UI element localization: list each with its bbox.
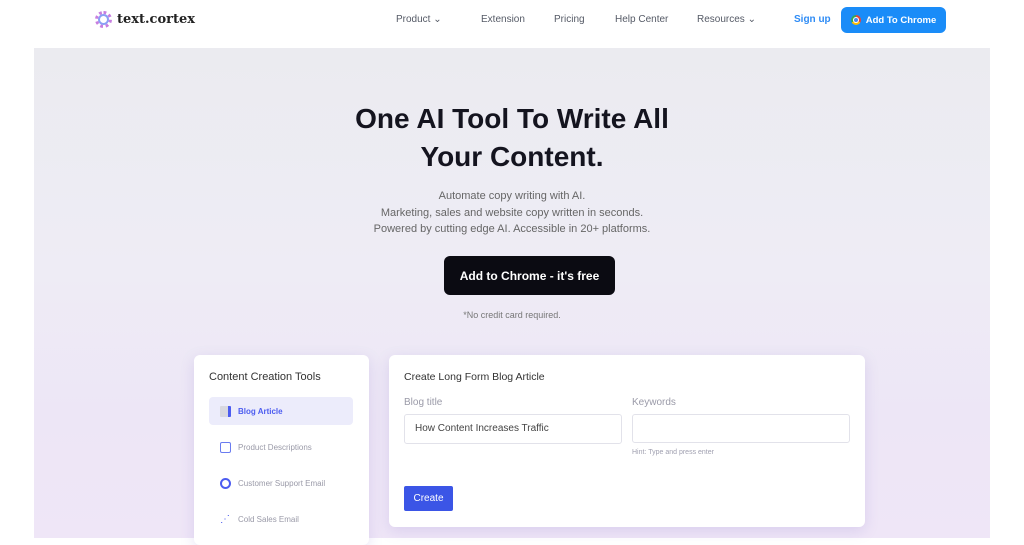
nav-pricing[interactable]: Pricing [554,14,585,25]
create-button[interactable]: Create [404,486,453,511]
add-to-chrome-button[interactable]: Add To Chrome [841,7,946,33]
tool-customer-support-email[interactable]: Customer Support Email [209,469,353,497]
tool-cold-sales-email[interactable]: ⋰ Cold Sales Email [209,505,353,533]
sign-up-link[interactable]: Sign up [794,14,831,25]
top-nav: text.cortex Product ⌄ Extension Pricing … [0,0,1024,40]
keywords-input[interactable] [632,414,850,443]
chevron-down-icon: ⌄ [433,14,442,25]
tool-blog-article[interactable]: Blog Article [209,397,353,425]
document-icon [220,405,231,417]
hero-subtitle: Automate copy writing with AI. Marketing,… [373,190,651,235]
brain-logo-icon [95,11,112,28]
lifebuoy-icon [220,477,231,489]
nav-product[interactable]: Product ⌄ [396,14,442,25]
blog-article-form: Create Long Form Blog Article Blog title… [389,355,865,527]
form-title: Create Long Form Blog Article [404,371,545,383]
chart-line-icon: ⋰ [220,513,230,525]
blog-title-label: Blog title [404,397,443,408]
add-to-chrome-free-button[interactable]: Add to Chrome - it's free [444,256,615,295]
no-credit-card-note: *No credit card required. [463,310,561,320]
hero-title: One AI Tool To Write All Your Content. [355,103,669,172]
chrome-icon [850,15,861,25]
panel-title: Content Creation Tools [209,371,321,383]
keywords-label: Keywords [632,397,676,408]
logo-text: text.cortex [117,12,196,27]
box-icon [220,441,231,453]
blog-title-input[interactable]: How Content Increases Traffic [404,414,622,444]
tool-product-descriptions[interactable]: Product Descriptions [209,433,353,461]
nav-resources[interactable]: Resources ⌄ [697,14,756,25]
keywords-hint: Hint: Type and press enter [632,449,714,456]
nav-help-center[interactable]: Help Center [615,14,668,25]
logo[interactable]: text.cortex [95,11,195,28]
chevron-down-icon: ⌄ [747,14,756,25]
nav-extension[interactable]: Extension [481,14,525,25]
content-tools-panel: Content Creation Tools Blog Article Prod… [194,355,369,545]
